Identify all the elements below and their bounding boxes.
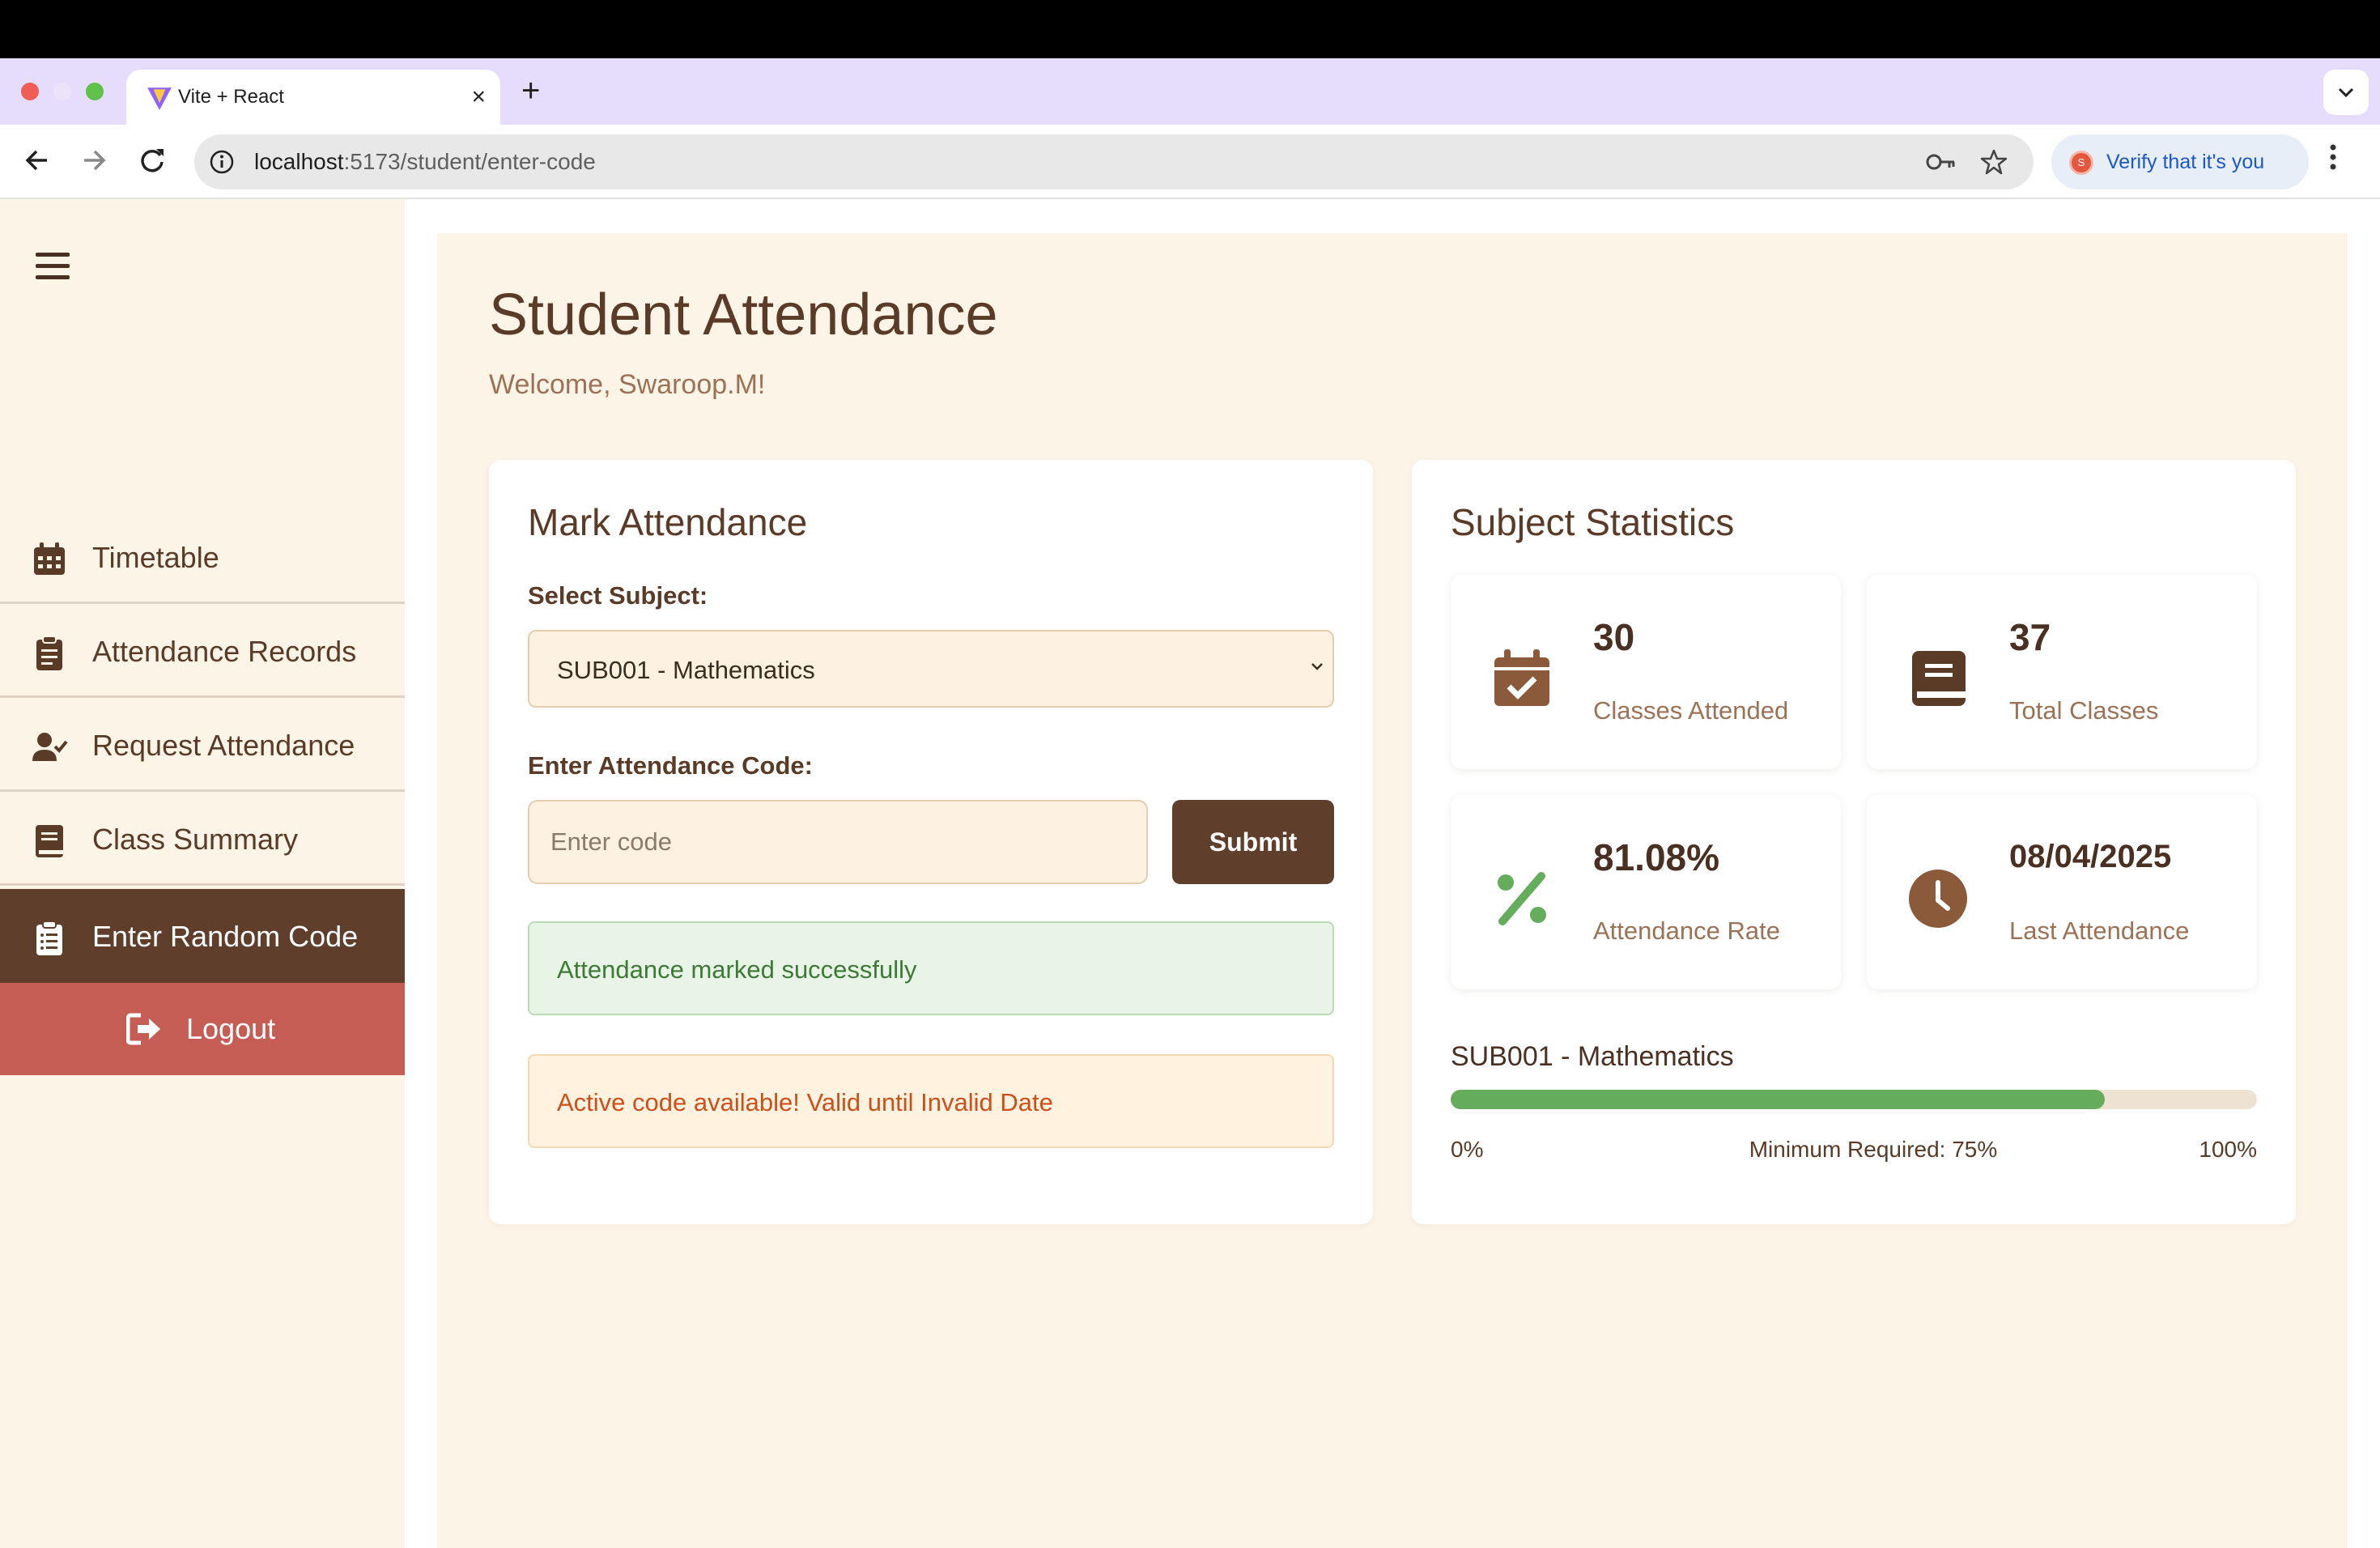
stat-last-attendance: 08/04/2025 Last Attendance — [1867, 795, 2257, 989]
progress-max-label: 100% — [2199, 1137, 2257, 1162]
stat-value: 08/04/2025 — [2009, 839, 2172, 874]
subject-select-value: SUB001 - Mathematics — [557, 656, 815, 684]
window-zoom-light[interactable] — [86, 83, 104, 100]
reload-icon[interactable] — [131, 139, 173, 181]
book-icon — [36, 825, 63, 857]
browser-tab[interactable]: Vite + React × — [126, 70, 500, 125]
new-tab-icon[interactable]: + — [521, 73, 540, 108]
user-check-icon — [32, 733, 68, 761]
stat-value: 30 — [1593, 616, 1635, 658]
subject-statistics-title: Subject Statistics — [1451, 501, 1735, 543]
stat-classes-attended: 30 Classes Attended — [1451, 575, 1841, 769]
bookmark-star-icon[interactable] — [1980, 148, 2008, 176]
sidebar-item-request-attendance[interactable]: Request Attendance — [0, 698, 405, 792]
url-path: :5173/student/enter-code — [343, 149, 596, 174]
stat-total-classes: 37 Total Classes — [1867, 575, 2257, 769]
subject-select[interactable]: SUB001 - Mathematics — [528, 630, 1334, 708]
chevron-down-icon — [2338, 87, 2354, 98]
success-alert: Attendance marked successfully — [528, 921, 1334, 1015]
address-bar[interactable]: localhost:5173/student/enter-code — [194, 134, 2034, 189]
calendar-check-icon — [1494, 649, 1549, 706]
code-label: Enter Attendance Code: — [528, 751, 813, 780]
stat-value: 37 — [2009, 616, 2051, 658]
stat-caption: Classes Attended — [1593, 696, 1789, 725]
page-title: Student Attendance — [489, 283, 998, 347]
hamburger-menu-icon[interactable] — [34, 249, 71, 282]
active-code-alert: Active code available! Valid until Inval… — [528, 1054, 1334, 1148]
active-code-message: Active code available! Valid until Inval… — [557, 1088, 1053, 1116]
site-info-icon[interactable] — [209, 149, 235, 175]
mark-attendance-title: Mark Attendance — [528, 501, 808, 543]
stat-caption: Last Attendance — [2009, 916, 2190, 945]
forward-arrow-icon[interactable] — [73, 139, 115, 181]
success-message: Attendance marked successfully — [557, 955, 917, 984]
attendance-progress-fill — [1451, 1090, 2105, 1109]
tab-search-button[interactable] — [2323, 70, 2369, 115]
verify-identity-chip[interactable]: S Verify that it's you — [2051, 134, 2309, 189]
window-close-light[interactable] — [21, 83, 39, 100]
sidebar-item-class-summary[interactable]: Class Summary — [0, 792, 405, 886]
stat-value: 81.08% — [1593, 836, 1720, 878]
main-content: Student Attendance Welcome, Swaroop.M! M… — [437, 233, 2348, 1548]
stat-caption: Total Classes — [2009, 696, 2159, 725]
app-root: Timetable Attendance Records Request Att… — [0, 199, 2380, 1548]
logout-label: Logout — [186, 1012, 276, 1045]
sidebar-item-attendance-records[interactable]: Attendance Records — [0, 604, 405, 698]
browser-menu-icon[interactable] — [2328, 141, 2338, 173]
sidebar-item-label: Attendance Records — [92, 635, 357, 668]
welcome-message: Welcome, Swaroop.M! — [489, 369, 766, 400]
sidebar-item-label: Enter Random Code — [92, 920, 359, 953]
stat-attendance-rate: 81.08% Attendance Rate — [1451, 795, 1841, 989]
sidebar-item-label: Class Summary — [92, 823, 299, 856]
password-key-icon[interactable] — [1925, 151, 1957, 173]
subject-statistics-card: Subject Statistics 30 Classes Attended 3… — [1412, 460, 2296, 1224]
clock-icon — [1909, 870, 1967, 928]
clipboard-icon — [36, 636, 62, 670]
progress-subject-label: SUB001 - Mathematics — [1451, 1041, 1734, 1072]
mark-attendance-card: Mark Attendance Select Subject: SUB001 -… — [489, 460, 1373, 1224]
sidebar: Timetable Attendance Records Request Att… — [0, 199, 405, 1548]
tab-close-icon[interactable]: × — [471, 81, 486, 113]
percent-icon — [1498, 872, 1546, 925]
logout-button[interactable]: Logout — [0, 983, 405, 1075]
sidebar-item-label: Request Attendance — [92, 729, 355, 762]
submit-button[interactable]: Submit — [1172, 800, 1334, 884]
url-text[interactable]: localhost:5173/student/enter-code — [254, 149, 596, 175]
sidebar-item-timetable[interactable]: Timetable — [0, 510, 405, 604]
tab-title: Vite + React — [178, 86, 284, 108]
book-icon — [1912, 651, 1966, 706]
sidebar-item-enter-random-code[interactable]: Enter Random Code — [0, 889, 405, 983]
profile-avatar: S — [2069, 151, 2093, 175]
clipboard-list-icon — [36, 921, 62, 955]
sidebar-item-label: Timetable — [92, 541, 219, 574]
calendar-icon — [34, 542, 65, 575]
stat-caption: Attendance Rate — [1593, 916, 1780, 945]
browser-toolbar: localhost:5173/student/enter-code S Veri… — [0, 125, 2380, 199]
back-arrow-icon[interactable] — [16, 139, 58, 181]
verify-label: Verify that it's you — [2106, 151, 2265, 173]
url-host: localhost — [254, 149, 344, 174]
vite-favicon-icon — [147, 87, 172, 110]
tab-strip: Vite + React × + — [0, 58, 2380, 125]
system-top-bar — [0, 0, 2380, 58]
progress-required-label: Minimum Required: 75% — [1749, 1137, 1998, 1162]
attendance-progress-bar — [1451, 1090, 2257, 1109]
progress-min-label: 0% — [1451, 1137, 1484, 1162]
attendance-code-input[interactable] — [528, 800, 1148, 884]
logout-icon — [126, 1013, 160, 1045]
chevron-down-icon — [1311, 663, 1323, 670]
subject-label: Select Subject: — [528, 581, 708, 610]
window-minimize-light[interactable] — [53, 83, 71, 100]
